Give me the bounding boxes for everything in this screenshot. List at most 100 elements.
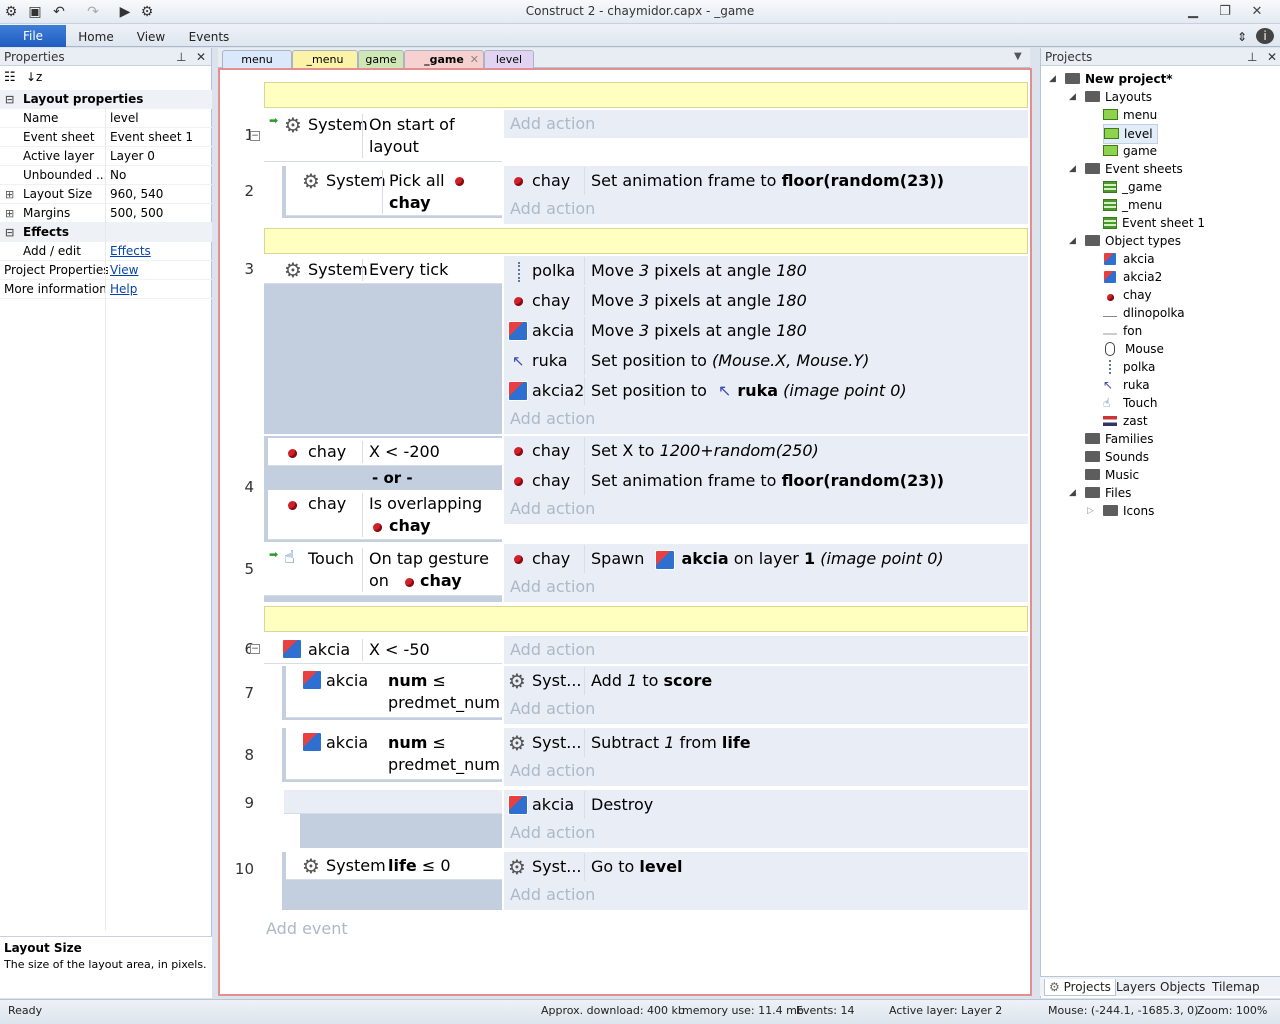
action-row[interactable]: ↖ ruka Set position to (Mouse.X, Mouse.Y… [504,346,1028,376]
add-action-link[interactable]: Add action [510,880,595,910]
add-event-link[interactable]: Add event [266,918,348,940]
action-row[interactable]: chay Set animation frame to floor(random… [504,466,1028,496]
tab-_game[interactable]: _game ✕ [404,50,484,68]
prop-row-name[interactable]: Name level [0,109,212,128]
help-icon[interactable]: i [1256,28,1274,44]
action-row[interactable]: ⚙ Syst... Subtract 1 from life [504,728,1028,758]
ribbon-minimize-icon[interactable]: ⇕ [1234,27,1250,47]
close-icon[interactable]: ✕ [1242,2,1272,22]
tab-view[interactable]: View [128,27,174,47]
prop-value[interactable]: Event sheet 1 [110,128,210,147]
tree-object-item[interactable]: zast [1103,412,1148,430]
add-action-link[interactable]: Add action [510,194,595,224]
minimize-icon[interactable]: ▁ [1178,2,1208,22]
event-3-condition[interactable]: ⚙ System Every tick [264,256,502,284]
tree-sheet-item[interactable]: _game [1103,178,1162,196]
prop-row-layout-size[interactable]: ⊞ Layout Size 960, 540 [0,185,212,204]
event-2-condition[interactable]: ⚙ System Pick all chay [286,166,502,216]
tree-event-sheets[interactable]: ◢ Event sheets [1069,160,1183,178]
alphabetical-sort-icon[interactable]: ↓z [26,70,42,84]
tree-layout-item-selected[interactable]: level [1103,124,1158,144]
pin-icon[interactable]: ⊥ [1247,48,1257,66]
tree-sheet-item[interactable]: Event sheet 1 [1103,214,1205,232]
add-action-link[interactable]: Add action [510,635,595,665]
event-1-condition[interactable]: ➡ ⚙ System On start of layout [264,110,502,162]
close-panel-icon[interactable]: ✕ [196,48,206,66]
tree-layout-item[interactable]: menu [1103,106,1157,124]
tree-object-types[interactable]: ◢ Object types [1069,232,1181,250]
tree-object-item[interactable]: Mouse [1103,340,1164,358]
tab-tilemap[interactable]: Tilemap [1212,979,1260,995]
tab-objects[interactable]: Objects [1160,979,1205,995]
tree-object-item[interactable]: ↖ ruka [1103,376,1150,394]
group-header[interactable] [264,606,1028,632]
event-5-condition[interactable]: ➡ ☝ Touch On tap gesture on chay [264,544,502,596]
tree-object-item[interactable]: akcia [1103,250,1155,268]
prop-row-project-properties[interactable]: Project Properties View [0,261,212,280]
action-row[interactable]: ⚙ Syst... Add 1 to score [504,666,1028,696]
add-action-link[interactable]: Add action [510,404,595,434]
event-9-condition[interactable] [284,790,502,814]
collapse-icon[interactable]: − [250,131,260,141]
tree-root[interactable]: ◢ New project* [1049,70,1173,88]
event-4-condition-1[interactable]: chay X < -200 [268,438,502,466]
add-action-link[interactable]: Add action [510,756,595,786]
event-10-condition[interactable]: ⚙ System life ≤ 0 [286,852,502,880]
add-action-link[interactable]: Add action [510,572,595,602]
tree-layout-item[interactable]: game [1103,142,1157,160]
action-row[interactable]: akcia2 Set position to ↖ ruka (image poin… [504,376,1028,406]
prop-row-active-layer[interactable]: Active layer Layer 0 [0,147,212,166]
action-row[interactable]: ⚙ Syst... Go to level [504,852,1028,882]
tree-icons[interactable]: ▷ Icons [1087,502,1154,520]
tree-music[interactable]: Music [1085,466,1139,484]
event-7-condition[interactable]: akcia num ≤ predmet_num [286,666,502,718]
prop-value[interactable]: 500, 500 [110,204,210,223]
action-row[interactable]: akcia Move 3 pixels at angle 180 [504,316,1028,346]
group-header[interactable] [264,82,1028,108]
effects-link[interactable]: Effects [110,242,210,261]
close-panel-icon[interactable]: ✕ [1267,48,1277,66]
prop-row-margins[interactable]: ⊞ Margins 500, 500 [0,204,212,223]
tab-projects[interactable]: ⚙ Projects [1044,979,1116,996]
prop-row-event-sheet[interactable]: Event sheet Event sheet 1 [0,128,212,147]
action-row[interactable]: akcia Destroy [504,790,1028,820]
tree-layouts[interactable]: ◢ Layouts [1069,88,1152,106]
group-header[interactable] [264,228,1028,254]
event-sheet[interactable]: 1 − ➡ ⚙ System On start of layout Add ac… [218,68,1032,996]
tree-object-item[interactable]: dlinopolka [1103,304,1185,322]
effects-category[interactable]: ⊟ Effects [0,223,212,242]
tab-game[interactable]: game [358,50,404,68]
add-action-link[interactable]: Add action [510,694,595,724]
action-row[interactable]: polka Move 3 pixels at angle 180 [504,256,1028,286]
prop-value[interactable]: No [110,166,210,185]
restore-icon[interactable]: ❐ [1210,2,1240,22]
tree-sheet-item[interactable]: _menu [1103,196,1162,214]
categorized-sort-icon[interactable]: ☷ [4,70,16,85]
prop-row-unbounded[interactable]: Unbounded ... No [0,166,212,185]
collapse-icon[interactable]: − [250,644,260,654]
action-row[interactable]: chay Move 3 pixels at angle 180 [504,286,1028,316]
action-row[interactable]: chay Set animation frame to floor(random… [504,166,1028,196]
tab-list-icon[interactable]: ▼ [1014,51,1022,62]
prop-row-effects[interactable]: Add / edit Effects [0,242,212,261]
layout-properties-category[interactable]: ⊟ Layout properties [0,90,212,109]
tab-_menu[interactable]: _menu [292,50,358,68]
pin-icon[interactable]: ⊥ [176,48,186,66]
tree-object-item[interactable]: akcia2 [1103,268,1162,286]
tree-files[interactable]: ◢ Files [1069,484,1131,502]
file-menu-button[interactable]: File [0,25,66,47]
tab-layers[interactable]: Layers [1116,979,1156,995]
prop-value[interactable]: Layer 0 [110,147,210,166]
tree-object-item[interactable]: polka [1103,358,1155,376]
tree-object-item[interactable]: chay [1103,286,1152,304]
add-action-link[interactable]: Add action [510,494,595,524]
tree-object-item[interactable]: ☝ Touch [1103,394,1157,412]
tree-object-item[interactable]: fon [1103,322,1142,340]
prop-value[interactable]: level [110,109,210,128]
tab-events[interactable]: Events [182,27,236,47]
close-tab-icon[interactable]: ✕ [470,51,479,68]
add-action-link[interactable]: Add action [510,109,595,139]
prop-value[interactable]: 960, 540 [110,185,210,204]
action-row[interactable]: chay Set X to 1200+random(250) [504,436,1028,466]
prop-row-more-info[interactable]: More information Help [0,280,212,299]
